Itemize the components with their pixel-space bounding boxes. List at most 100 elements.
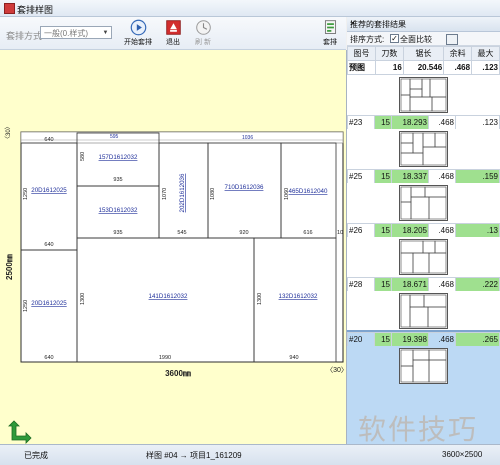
close-icon[interactable]: × [350,18,496,28]
sort-option-label: 全面比较 [400,35,432,44]
table-row[interactable]: #28 15 18.671 .468 .222 [347,277,500,292]
part-name: 20D1612025 [31,300,67,307]
settings-label: 套排 [323,39,337,46]
dim-label: 1060 [284,188,290,200]
table-row-selected[interactable]: #20 15 19.398 .468 .265 [347,332,500,347]
refresh-button[interactable]: 刷 新 [186,19,220,49]
corner-label-br: 〈30〉 [326,366,346,374]
clock-icon [195,20,211,35]
exit-icon [165,20,181,35]
part-name: 141D1612032 [149,293,188,300]
cell-id: #26 [347,223,375,238]
result-thumb-row[interactable] [347,183,500,223]
app-icon [4,3,15,14]
dim-label: 920 [239,230,248,236]
panel-titlebar: 推荐的套排结果 × [347,17,500,32]
part-name: 202D1612036 [179,173,186,212]
toolbar: 套排方式: 一般(0.样式) ▼ 开始套排 退出 刷 新 套排 [0,17,346,50]
layout-thumbnail [399,131,448,167]
cell-max: .123 [471,60,500,75]
cell-id: #20 [347,332,375,347]
sheet-height-label: 2500㎜ [5,254,14,280]
cell-waste: .468 [428,277,456,292]
cell-max: .123 [455,115,500,130]
part-name: 465D1612040 [289,188,328,195]
title-bar: 套排样图 [0,0,500,17]
sheet-board [20,131,344,363]
exit-label: 退出 [166,39,180,46]
status-mid: 样图 #04 → 项目1_161209 [146,451,242,460]
layout-thumbnail [399,293,448,329]
part-name: 157D1612032 [99,154,138,161]
status-right: 3600×2500 [442,450,483,459]
dim-label: 616 [303,230,312,236]
start-nesting-button[interactable]: 开始套排 [121,19,155,49]
col-header: 图号 [347,46,376,61]
col-header: 锯长 [402,46,445,61]
cell-id: 预图 [347,60,376,75]
result-thumb-row[interactable] [347,237,500,277]
part-name: 20D1612025 [31,187,67,194]
col-header: 余料 [443,46,473,61]
dim-label: 940 [289,355,298,361]
table-row[interactable]: 预图 16 20.546 .468 .123 [347,60,500,75]
start-nesting-label: 开始套排 [124,39,152,46]
result-thumb-row[interactable] [347,291,500,331]
dim-label: 640 [44,137,53,143]
dim-label: 580 [80,152,86,161]
mode-select-value: 一般(0.样式) [44,29,88,38]
dim-label: 545 [177,230,186,236]
move-arrows-icon[interactable] [8,420,34,444]
sort-bar: 排序方式: ✓ 全面比较 [347,32,500,46]
cell-knife: 15 [374,115,392,130]
cell-length: 18.671 [391,277,429,292]
cell-max: .222 [455,277,500,292]
sheet-width-label: 3600㎜ [165,369,191,378]
part-name: 153D1612032 [99,207,138,214]
result-row-table: #26 15 18.205 .468 .13 [347,223,500,238]
nesting-canvas[interactable]: 3600㎜ 2500㎜ 〈30〉 〈30〉 157D1612032 153D16… [0,50,347,444]
dim-label: 935 [113,230,122,236]
sort-label: 排序方式: [350,35,385,44]
col-header: 刀数 [374,46,404,61]
dim-label: 640 [44,355,53,361]
exit-button[interactable]: 退出 [156,19,190,49]
mode-label: 套排方式: [6,31,45,41]
dim-label: 1300 [257,293,263,305]
table-row[interactable]: #26 15 18.205 .468 .13 [347,223,500,238]
result-thumb-row[interactable] [347,75,500,115]
settings-button[interactable]: 套排 [313,19,347,49]
corner-label-tl: 〈30〉 [5,123,12,142]
play-icon [130,19,146,36]
cell-waste: .468 [428,169,456,184]
sheet-layout: 3600㎜ 2500㎜ 〈30〉 〈30〉 157D1612032 153D16… [5,123,346,378]
refresh-label: 刷 新 [195,39,211,46]
dim-label: 1250 [23,188,29,200]
col-header: 最大 [471,46,500,61]
dim-label: 1070 [162,188,168,200]
strip-marker-text: 1036 [242,135,253,141]
result-thumb-row[interactable] [347,129,500,169]
compare-checkbox[interactable]: ✓ [390,34,399,43]
cell-waste: .468 [443,60,473,75]
cell-length: 18.293 [391,115,429,130]
dim-label: 935 [113,177,122,183]
cell-waste: .468 [428,223,456,238]
cell-waste: .468 [428,332,456,347]
table-row[interactable]: #23 15 18.293 .468 .123 [347,115,500,130]
cell-waste: .468 [428,115,456,130]
document-settings-icon [324,20,336,34]
table-header: 图号 刀数 锯长 余料 最大 [347,46,500,61]
part-name: 132D1612032 [279,293,318,300]
cell-max: .159 [455,169,500,184]
grid-icon[interactable] [446,34,458,45]
mode-select[interactable]: 一般(0.样式) ▼ [40,26,112,39]
dim-label: 10 [337,230,343,236]
cell-length: 18.205 [391,223,429,238]
window-title: 套排样图 [17,5,54,15]
results-table: 图号 刀数 锯长 余料 最大 预图 16 20.546 .468 .123 [347,46,500,75]
cell-length: 19.398 [391,332,429,347]
table-row[interactable]: #25 15 18.337 .468 .159 [347,169,500,184]
top-strip [20,131,344,144]
layout-thumbnail [399,239,448,275]
